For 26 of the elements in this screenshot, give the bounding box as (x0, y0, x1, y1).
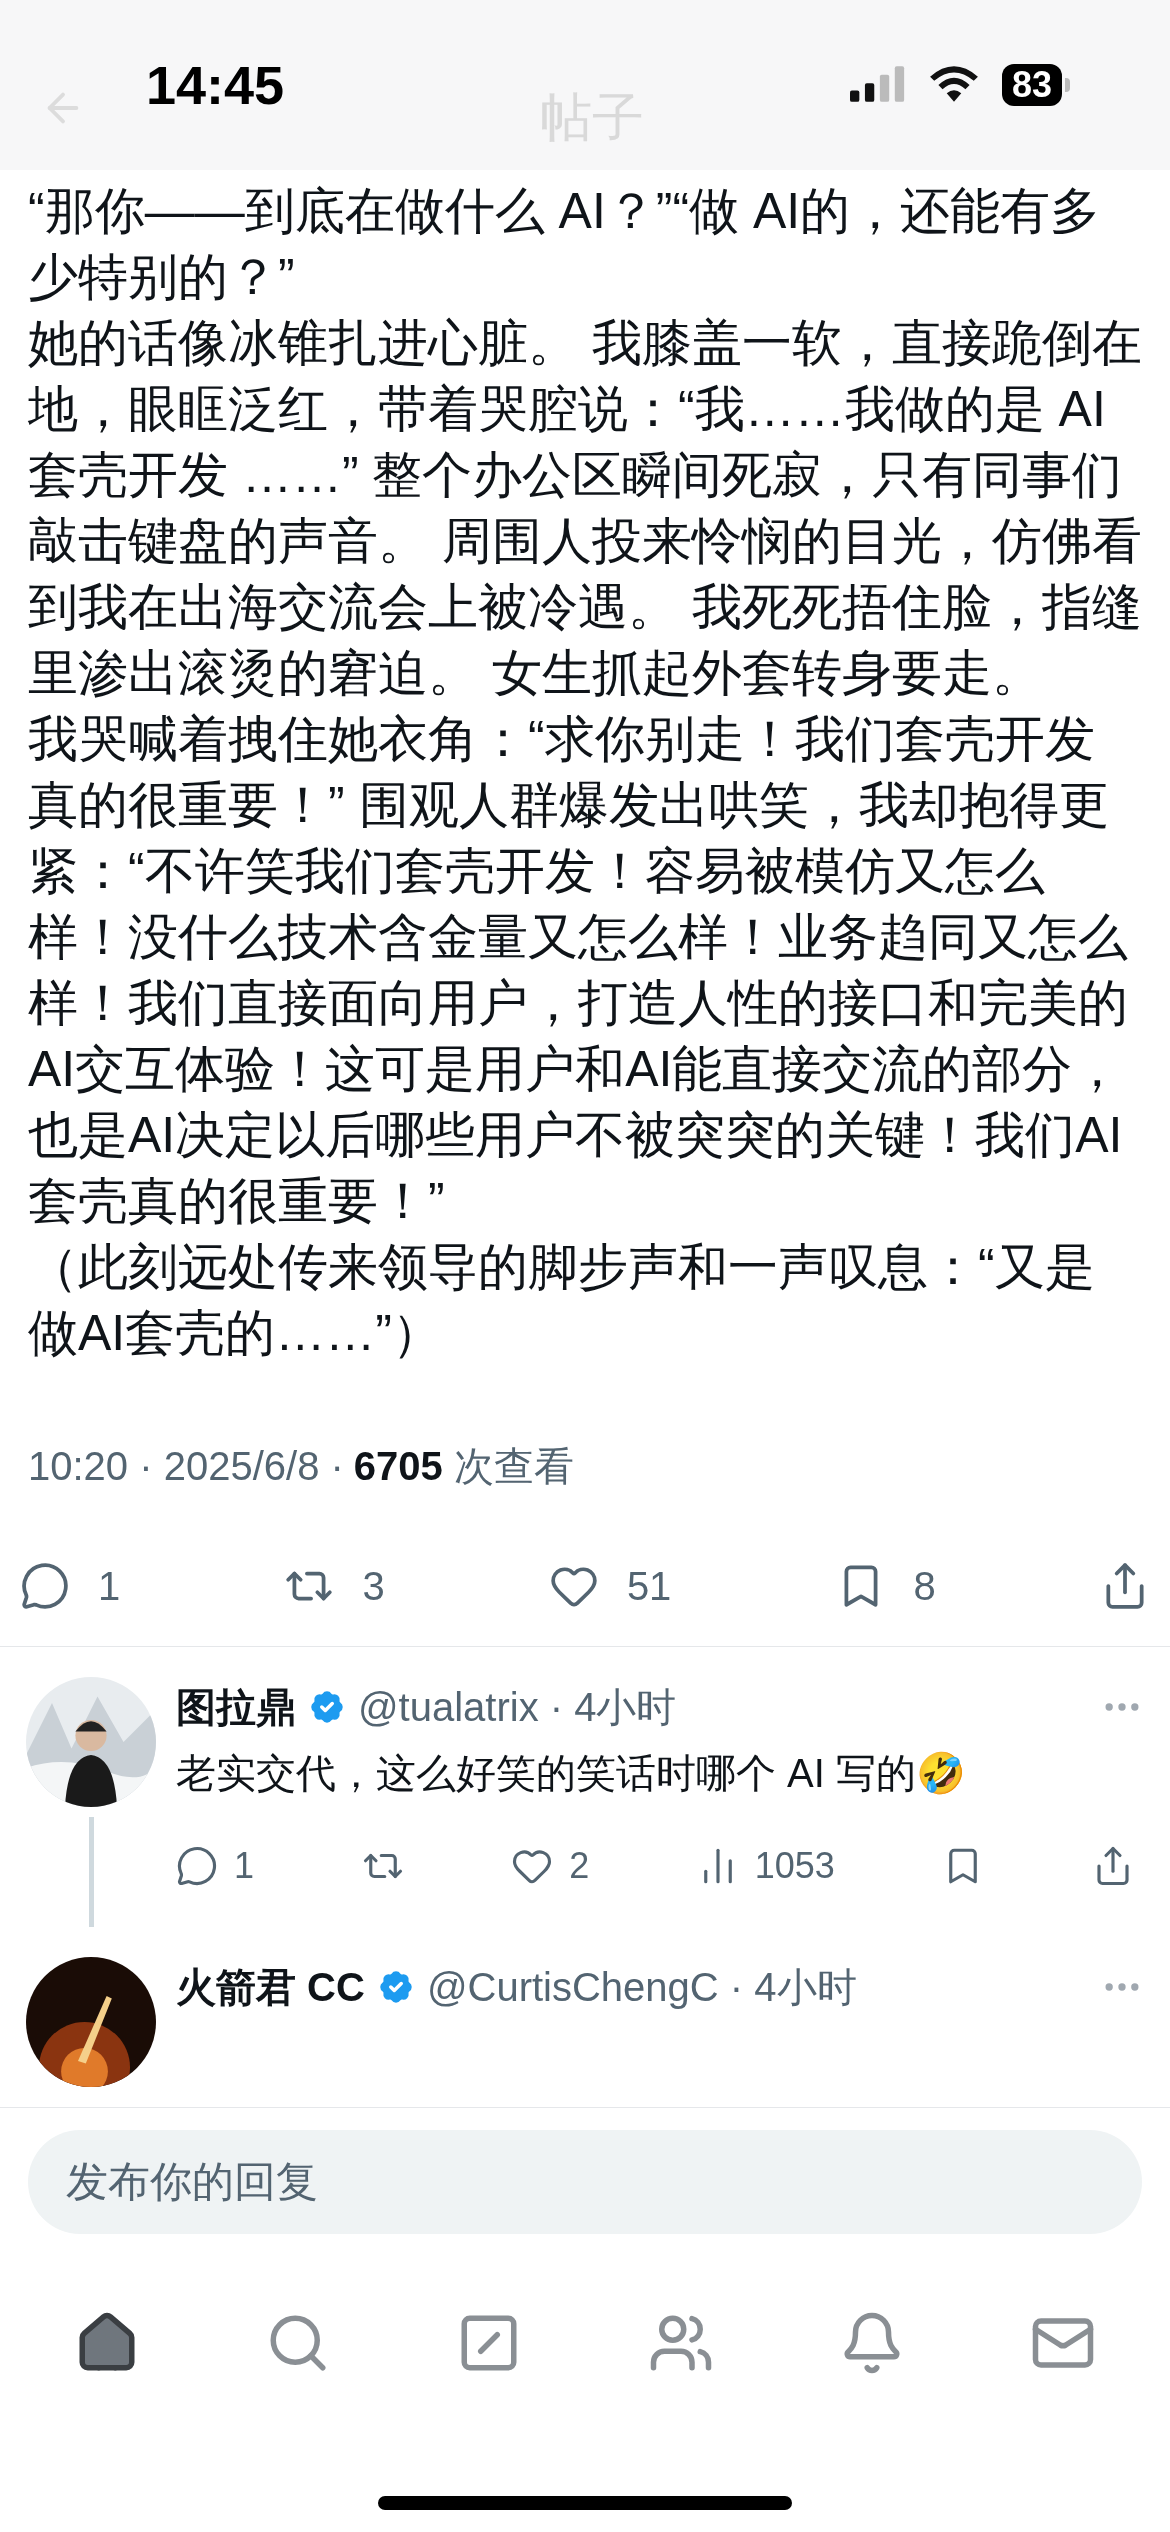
view-count: 6705 次查看 (353, 1443, 574, 1490)
repost-button[interactable]: 3 (284, 1556, 385, 1616)
post-text: 我哭喊着拽住她衣角：“求你别走！我们套壳开发真的很重要！” 围观人群爆发出哄笑，我却抱得更紧：“不许笑我们套壳开发！容易被模仿又怎么样！没什么技术含金量又怎么样！业务趋同又怎么样！我们直接面向用户，打造人性的接口和完美的AI交互体验！这可是用户和AI能直接交流的部分，也是AI决定以后哪些用户不被突突的关键！我们AI套壳真的很重要！” (28, 710, 1129, 1231)
battery-tip-icon (1065, 78, 1070, 92)
reply-text: 老实交代，这么好笑的笑话时哪个 AI 写的🤣 (176, 1750, 968, 1797)
status-time: 14:45 (146, 53, 285, 117)
post-text: （此刻远处传来领导的脚步声和一声叹息：“又是做AI套壳的……”） (28, 1238, 1096, 1363)
reply-handle: @tualatrix · 4小时 (358, 1684, 677, 1731)
reply-icon (176, 1845, 218, 1887)
reply-author[interactable]: 火箭君 CC (176, 1957, 365, 2017)
reply-field[interactable]: 发布你的回复 (28, 2130, 1142, 2234)
reply-handle: @CurtisChengC · 4小时 (426, 1964, 857, 2011)
like-button[interactable]: 2 (511, 1839, 590, 1893)
reply-button[interactable]: 1 (20, 1556, 121, 1616)
post-timestamp: 10:20 · 2025/6/8 · (28, 1443, 344, 1490)
post-text: 她的话像冰锥扎进心脏。 我膝盖一软，直接跪倒在地，眼眶泛红，带着哭腔说：“我……我做的是 AI 套壳开发 ……” 整个办公区瞬间死寂，只有同事们敲击键盘的声音。 周围人投来怜悯的目光，仿佛看到我在出海交流会上被冷遇。 我死死捂住脸，指缝里渗出滚烫的窘迫。 女生抓起外套转身要走。 (28, 314, 1142, 703)
like-button[interactable]: 51 (548, 1556, 672, 1616)
reply-button[interactable]: 1 (176, 1839, 255, 1893)
wifi-icon (927, 66, 980, 104)
views-button[interactable]: 1053 (696, 1839, 835, 1893)
bookmark-button[interactable]: 8 (835, 1556, 936, 1616)
reply-author[interactable]: 图拉鼎 (176, 1677, 296, 1737)
reply-icon (20, 1561, 70, 1611)
battery-indicator: 83 (1001, 64, 1062, 106)
signal-icon (849, 66, 906, 104)
post-text: “那你——到底在做什么 AI？”“做 AI的，还能有多少特别的？” (28, 182, 1102, 307)
